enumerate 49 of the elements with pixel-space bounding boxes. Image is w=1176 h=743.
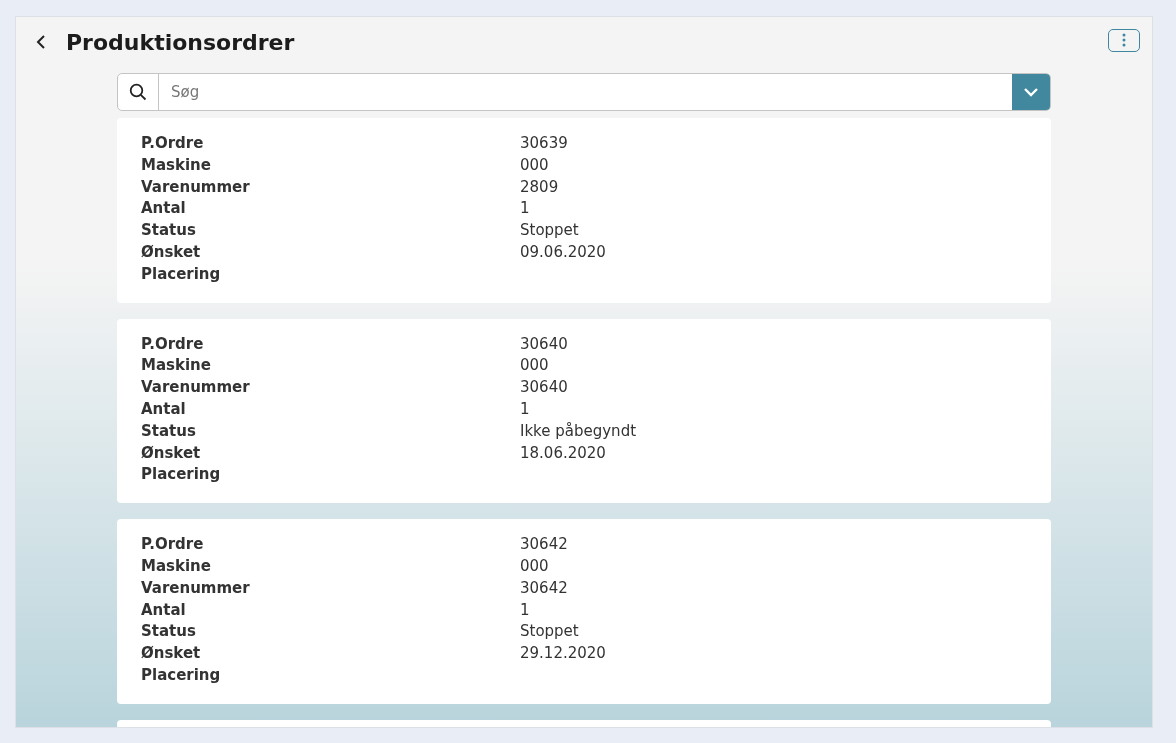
more-button[interactable] [1108,28,1140,52]
field-value: 000 [520,154,549,176]
field-label: Ønsket [141,442,202,464]
field-value: Stoppet [520,220,579,242]
field-label: Ønsket [141,643,202,665]
order-card[interactable]: P.Ordre 30639 Maskine 000 Varenummer 2809 Antal 1 Status Stoppet Ønsket 09.06.2020 Placering [117,118,1051,303]
field-label: Placering [141,263,222,285]
order-card[interactable]: P.Ordre 30642 Maskine 000 Varenummer 30642 Antal 1 Status Stoppet Ønsket 29.12.2020 Placering [117,519,1051,704]
field-label: P.Ordre [141,534,205,556]
field-value: 09.06.2020 [520,242,606,263]
field-value: 18.06.2020 [520,442,606,464]
field-value: 29.12.2020 [520,643,606,665]
field-label: Status [141,621,197,643]
field-label: Status [141,220,197,242]
field-label: Placering [141,664,222,686]
field-label: Varenummer [141,377,251,399]
field-value: Ikke påbegyndt [520,420,637,442]
field-label: P.Ordre [141,333,205,355]
field-value: 30642 [520,577,568,599]
chevron-left-icon [36,34,46,50]
more-icon [1122,33,1126,47]
field-value: Stoppet [520,621,579,643]
search-icon [129,83,147,101]
dropdown-button[interactable] [1012,74,1050,110]
field-label: Ønsket [141,242,202,263]
field-label: Varenummer [141,577,251,599]
field-label: Antal [141,198,187,220]
field-value: 1 [520,599,530,621]
field-label: Antal [141,398,187,420]
field-value: 30639 [520,133,568,154]
field-label: P.Ordre [141,133,205,154]
field-label: Varenummer [141,176,251,198]
field-value: 2809 [520,176,559,198]
field-value: 30642 [520,534,568,556]
field-label: Maskine [141,355,212,377]
field-value: 000 [520,355,549,377]
field-value: 1 [520,398,530,420]
field-label: Placering [141,464,222,486]
field-value: 1 [520,198,530,220]
field-value: 000 [520,555,549,577]
chevron-down-icon [1023,87,1039,97]
field-label: Maskine [141,154,212,176]
field-label: Maskine [141,555,212,577]
field-label: Antal [141,599,187,621]
field-value: 30640 [520,333,568,355]
order-card[interactable]: P.Ordre 30640 Maskine 000 Varenummer 30640 Antal 1 Status Ikke påbegyndt Ønsket 18.06.2020 Placering [117,318,1051,504]
field-value: 30640 [520,377,568,399]
field-label: Status [141,420,197,442]
page-title: Produktionsordrer [66,29,296,55]
